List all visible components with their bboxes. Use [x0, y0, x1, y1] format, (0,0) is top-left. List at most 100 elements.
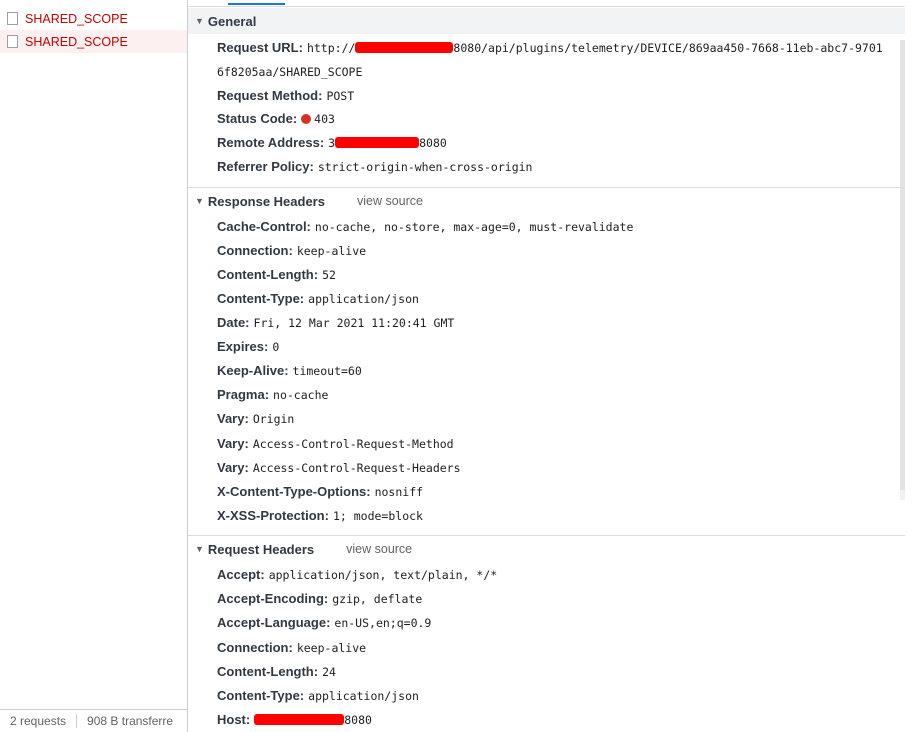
response-header-row: Content-Type: application/json	[217, 291, 905, 306]
section-title: Response Headers	[207, 193, 325, 209]
triangle-down-icon: ▼	[195, 544, 204, 554]
header-key: Vary:	[217, 460, 249, 475]
header-key: Status Code:	[217, 111, 298, 126]
address-suffix: 8080	[419, 136, 447, 150]
response-header-row: Expires: 0	[217, 339, 905, 354]
header-key: Expires:	[217, 339, 269, 354]
header-key: Date:	[217, 315, 250, 330]
response-header-row: Content-Length: 52	[217, 267, 905, 282]
redaction-mark	[254, 714, 345, 725]
header-value: application/json	[308, 689, 419, 703]
section-title: Request Headers	[207, 541, 315, 557]
header-key: Connection:	[217, 640, 293, 655]
header-value: strict-origin-when-cross-origin	[317, 160, 533, 174]
header-key: Content-Length:	[217, 267, 319, 282]
request-header-row: Content-Length: 24	[217, 664, 905, 679]
response-header-row: Vary: Access-Control-Request-Method	[217, 436, 905, 451]
url-suffix: 8080/api/plugins/telemetry/DEVICE/869aa4…	[453, 41, 883, 55]
header-value: nosniff	[374, 485, 424, 499]
header-value: 3 8080	[328, 136, 447, 150]
url-prefix: http://	[306, 41, 356, 55]
header-value: keep-alive	[296, 641, 367, 655]
header-value: Origin	[252, 412, 295, 426]
general-row-remote-address: Remote Address: 3 8080	[217, 135, 905, 150]
transferred-size: 908 B transferre	[87, 714, 174, 728]
request-name: SHARED_SCOPE	[25, 11, 128, 26]
general-row-referrer-policy: Referrer Policy: strict-origin-when-cross…	[217, 159, 905, 174]
active-tab-indicator	[228, 3, 285, 5]
header-key: Accept:	[217, 567, 265, 582]
header-value: 1; mode=block	[332, 509, 423, 523]
checkbox-icon[interactable]	[7, 35, 18, 48]
request-header-row: Content-Type: application/json	[217, 688, 905, 703]
request-list-panel: SHARED_SCOPE SHARED_SCOPE 2 requests 908…	[0, 0, 188, 732]
request-header-row: Host: 8080	[217, 712, 905, 727]
redaction-mark	[355, 42, 454, 53]
header-key: Request Method:	[217, 88, 323, 103]
header-value: en-US,en;q=0.9	[334, 616, 432, 630]
general-row-status-code: Status Code: 403	[217, 111, 905, 126]
header-value: no-cache, no-store, max-age=0, must-reva…	[314, 220, 634, 234]
request-header-row: Accept-Language: en-US,en;q=0.9	[217, 615, 905, 630]
header-key: Accept-Encoding:	[217, 591, 329, 606]
request-list-item[interactable]: SHARED_SCOPE	[0, 7, 187, 30]
request-list-item-selected[interactable]: SHARED_SCOPE	[0, 30, 187, 53]
header-value: 8080	[254, 713, 372, 727]
header-key: Vary:	[217, 436, 249, 451]
section-title: General	[207, 13, 257, 29]
header-key: Content-Type:	[217, 291, 305, 306]
general-row-request-method: Request Method: POST	[217, 88, 905, 103]
header-value: Fri, 12 Mar 2021 11:20:41 GMT	[253, 316, 455, 330]
general-row-request-url-continued: 6f8205aa/SHARED_SCOPE	[217, 64, 905, 79]
view-source-link[interactable]: view source	[357, 194, 423, 208]
request-name: SHARED_SCOPE	[25, 34, 128, 49]
header-value: 0	[272, 340, 280, 354]
header-key: Host:	[217, 712, 251, 727]
header-key: Pragma:	[217, 387, 270, 402]
request-header-row: Accept-Encoding: gzip, deflate	[217, 591, 905, 606]
triangle-down-icon: ▼	[195, 16, 204, 26]
header-key: Remote Address:	[217, 135, 325, 150]
header-key: Content-Type:	[217, 688, 305, 703]
response-header-row: X-Content-Type-Options: nosniff	[217, 484, 905, 499]
response-header-row: Connection: keep-alive	[217, 243, 905, 258]
response-header-row: X-XSS-Protection: 1; mode=block	[217, 508, 905, 523]
header-value: timeout=60	[292, 364, 362, 378]
header-key: Request URL:	[217, 40, 303, 55]
header-value: gzip, deflate	[332, 592, 423, 606]
response-header-row: Cache-Control: no-cache, no-store, max-ag…	[217, 219, 905, 234]
header-value: 6f8205aa/SHARED_SCOPE	[217, 65, 363, 79]
header-value: http:// 8080/api/plugins/telemetry/DEVICE…	[307, 41, 883, 55]
checkbox-icon[interactable]	[7, 12, 18, 25]
response-header-row: Keep-Alive: timeout=60	[217, 363, 905, 378]
address-prefix: 3	[328, 136, 336, 150]
response-header-row: Vary: Origin	[217, 411, 905, 426]
details-tab-strip	[188, 0, 905, 7]
request-details-panel: ▼ General Request URL: http:// 8080/api/pl…	[188, 0, 905, 732]
red-dot-icon	[301, 114, 312, 124]
header-value: Access-Control-Request-Headers	[252, 461, 461, 475]
header-key: X-XSS-Protection:	[217, 508, 329, 523]
header-key: Connection:	[217, 243, 293, 258]
header-key: Content-Length:	[217, 664, 319, 679]
header-value: Access-Control-Request-Method	[252, 437, 454, 451]
request-headers-section-header[interactable]: ▼ Request Headers view source	[188, 535, 905, 562]
header-value: POST	[326, 89, 355, 103]
triangle-down-icon: ▼	[195, 196, 204, 206]
host-suffix: 8080	[344, 713, 372, 727]
response-header-row: Pragma: no-cache	[217, 387, 905, 402]
response-header-row: Date: Fri, 12 Mar 2021 11:20:41 GMT	[217, 315, 905, 330]
header-key: Keep-Alive:	[217, 363, 289, 378]
request-header-row: Connection: keep-alive	[217, 640, 905, 655]
header-key: Cache-Control:	[217, 219, 311, 234]
response-headers-section-header[interactable]: ▼ Response Headers view source	[188, 187, 905, 214]
header-key: Vary:	[217, 411, 249, 426]
view-source-link[interactable]: view source	[346, 542, 412, 556]
request-count: 2 requests	[10, 714, 67, 728]
header-value: 403	[314, 112, 335, 126]
response-header-row: Vary: Access-Control-Request-Headers	[217, 460, 905, 475]
general-section-header[interactable]: ▼ General	[188, 8, 905, 34]
header-value: no-cache	[273, 388, 329, 402]
header-value: application/json	[308, 292, 419, 306]
header-value: keep-alive	[296, 244, 367, 258]
